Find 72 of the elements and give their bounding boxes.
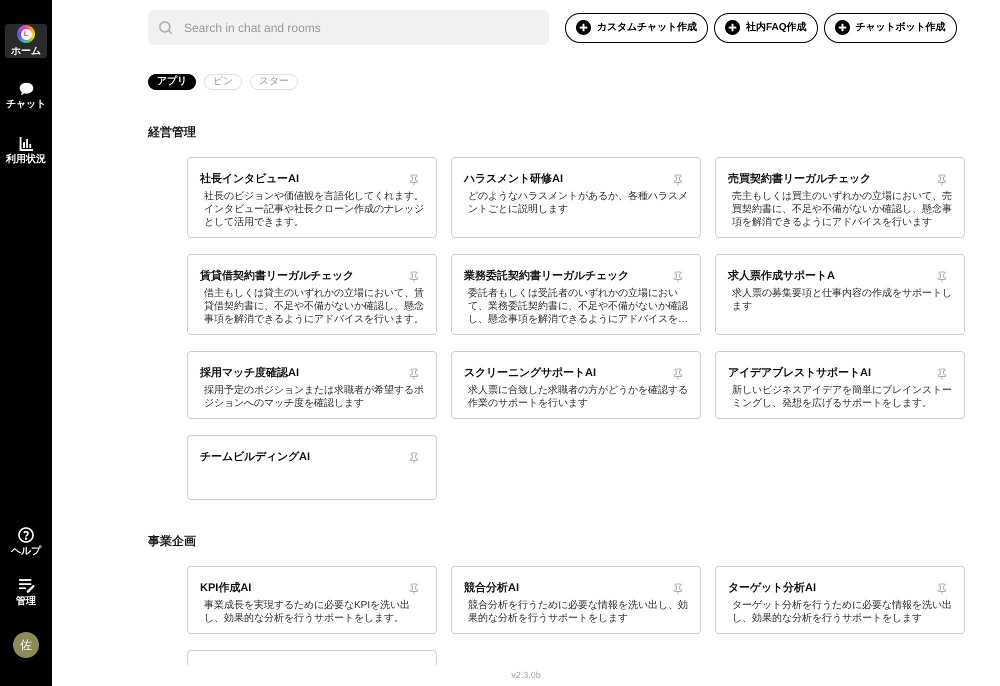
card-description: 借主もしくは貸主のいずれかの立場において、賃貸借契約書に、不足や不備がないか確認し、懸念事項を解消できるようにアドバイスを行います。 (203, 287, 425, 326)
create-button[interactable]: 社内FAQ作成 (714, 12, 818, 42)
card-description: ターゲット分析を行うために必要な情報を洗い出し、効果的な分析を行うサポートをします (731, 599, 953, 625)
sidebar-item[interactable]: 管理 (5, 576, 47, 608)
pin-icon[interactable] (936, 368, 948, 380)
card-description: 競合分析を行うために必要な情報を洗い出し、効果的な分析を行うサポートをします (467, 599, 689, 625)
plus-icon (834, 20, 850, 35)
pin-icon[interactable] (408, 452, 420, 464)
plus-icon (725, 20, 740, 35)
card-description: 採用予定のポジションまたは求職者が希望するポジションへのマッチ度を確認します (203, 384, 425, 410)
card-description: 新しいビジネスアイデアを簡単にブレインストーミングし、発想を広げるサポートをします。 (731, 384, 953, 410)
card-title: チームビルディングAI (200, 450, 310, 465)
card-title: アイデアブレストサポートAI (728, 366, 871, 381)
app-card[interactable]: 業務委託契約書リーガルチェック 委託者もしくは受託者のいずれかの立場において、業務委託契約書に、不足や不備がないか確認し、懸念事項を解消できるようにアドバイスを… (451, 254, 701, 335)
pin-icon[interactable] (408, 174, 420, 186)
card-description: どのようなハラスメントがあるか、各種ハラスメントごとに説明します (467, 190, 689, 216)
section-heading: 事業企画 (148, 534, 196, 548)
search-icon (158, 20, 173, 35)
pin-icon[interactable] (672, 582, 684, 594)
user-avatar[interactable]: 佐 (13, 632, 39, 658)
card-title: 業務委託契約書リーガルチェック (464, 269, 629, 284)
card-title: 採用マッチ度確認AI (200, 366, 299, 381)
card-title: ハラスメント研修AI (464, 172, 563, 187)
app-card[interactable]: チームビルディングAI (187, 435, 437, 500)
sidebar-item[interactable]: ヘルプ (5, 526, 47, 558)
card-title: 売買契約書リーガルチェック (728, 172, 871, 187)
pin-icon[interactable] (936, 582, 948, 594)
bar-chart-icon (18, 136, 34, 150)
create-button[interactable]: チャットボット作成 (824, 12, 957, 42)
help-icon (18, 527, 34, 543)
card-title: 競合分析AI (464, 581, 519, 596)
card-title: ターゲット分析AI (728, 581, 816, 596)
app-card[interactable]: 社長インタビューAI 社長のビジョンや価値観を言語化してくれます。インタビュー記事や社長クローン作成のナレッジとして活用できます。 (187, 157, 437, 238)
app-card[interactable]: 賃貸借契約書リーガルチェック 借主もしくは貸主のいずれかの立場において、賃貸借契約書に、不足や不備がないか確認し、懸念事項を解消できるようにアドバイスを行います。 (187, 254, 437, 335)
pin-icon[interactable] (936, 270, 948, 282)
card-title: スクリーニングサポートAI (464, 366, 596, 381)
plus-icon (576, 20, 591, 35)
card-description: 事業成長を実現するために必要なKPIを洗い出し、効果的な分析を行うサポートをします。 (203, 599, 412, 625)
list-edit-icon (18, 578, 34, 592)
app-card[interactable]: 求人票作成サポートA 求人票の募集要項と仕事内容の作成をサポートします (715, 254, 965, 335)
create-button[interactable]: カスタムチャット作成 (565, 12, 708, 42)
pin-icon[interactable] (672, 270, 684, 282)
sidebar-item[interactable]: 利用状況 (5, 134, 47, 166)
pin-icon[interactable] (408, 368, 420, 380)
app-card[interactable]: アイデアブレストサポートAI 新しいビジネスアイデアを簡単にブレインストーミングし、発想を広げるサポートをします。 (715, 351, 965, 419)
app-card[interactable]: ターゲット分析AI ターゲット分析を行うために必要な情報を洗い出し、効果的な分析を行うサポートをします (715, 566, 965, 634)
app-card[interactable]: 売買契約書リーガルチェック 売主もしくは買主のいずれかの立場において、売買契約書に、不足や不備がないか確認し、懸念事項を解消できるようにアドバイスを行います (715, 157, 965, 238)
app-card[interactable]: 競合分析AI 競合分析を行うために必要な情報を洗い出し、効果的な分析を行うサポートをします (451, 566, 701, 634)
card-title: 社長インタビューAI (200, 172, 299, 187)
card-description: 売主もしくは買主のいずれかの立場において、売買契約書に、不足や不備がないか確認し、懸念事項を解消できるようにアドバイスを行います (731, 190, 953, 229)
pin-icon[interactable] (672, 368, 684, 380)
pin-icon[interactable] (408, 582, 420, 594)
card-description: 求人票の募集要項と仕事内容の作成をサポートします (731, 287, 953, 313)
app-card[interactable]: ハラスメント研修AI どのようなハラスメントがあるか、各種ハラスメントごとに説明します (451, 157, 701, 238)
app-card[interactable]: KPI作成AI 事業成長を実現するために必要なKPIを洗い出し、効果的な分析を行うサポートをします。 (187, 566, 437, 634)
section-heading: 経営管理 (148, 125, 196, 139)
search-field[interactable]: Search in chat and rooms (148, 10, 549, 45)
version-label: v2.3.0b (511, 668, 541, 682)
pin-icon[interactable] (936, 174, 948, 186)
card-description: 社長のビジョンや価値観を言語化してくれます。インタビュー記事や社長クローン作成のナレッジとして活用できます。 (203, 190, 425, 229)
card-title: 賃貸借契約書リーガルチェック (200, 269, 354, 284)
card-description: 委託者もしくは受託者のいずれかの立場において、業務委託契約書に、不足や不備がないか確認し、懸念事項を解消できるようにアドバイスを… (467, 287, 689, 326)
app-card[interactable]: 採用マッチ度確認AI 採用予定のポジションまたは求職者が希望するポジションへのマッチ度を確認します (187, 351, 437, 419)
pin-icon[interactable] (672, 174, 684, 186)
app-card[interactable]: スクリーニングサポートAI 求人票に合致した求職者の方がどうかを確認する作業のサポートを行います (451, 351, 701, 419)
filter-tab[interactable]: アプリ (148, 74, 196, 90)
card-description: 求人票に合致した求職者の方がどうかを確認する作業のサポートを行います (467, 384, 689, 410)
card-title: 求人票作成サポートA (728, 269, 835, 284)
card-title: KPI作成AI (200, 581, 252, 596)
sidebar-item[interactable]: チャット (5, 80, 47, 112)
pin-icon[interactable] (408, 270, 420, 282)
chat-bubble-icon (18, 82, 34, 96)
